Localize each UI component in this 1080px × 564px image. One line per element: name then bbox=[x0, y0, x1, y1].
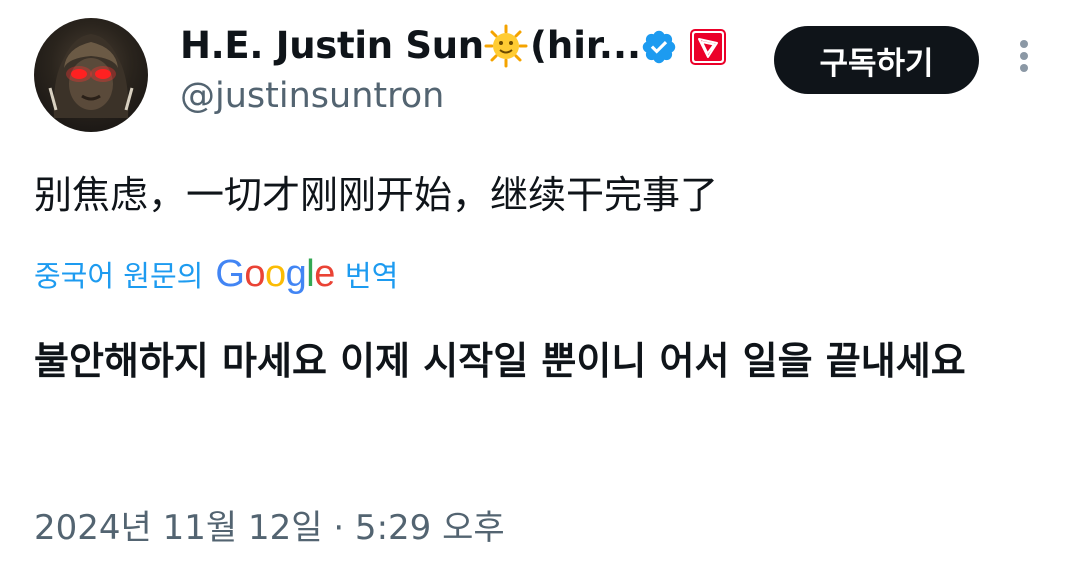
verified-badge-icon[interactable] bbox=[640, 28, 678, 66]
sun-with-face-emoji-icon bbox=[484, 24, 528, 68]
more-dot bbox=[1020, 52, 1028, 60]
google-logo: Google bbox=[215, 252, 335, 295]
more-vertical-icon[interactable] bbox=[1012, 40, 1036, 80]
tweet-timestamp[interactable]: 2024년 11월 12일 · 5:29 오후 bbox=[34, 500, 505, 549]
monkey-king-avatar-image bbox=[48, 34, 134, 118]
author-avatar[interactable] bbox=[34, 18, 148, 132]
more-dot bbox=[1020, 40, 1028, 48]
subscribe-button[interactable]: 구독하기 bbox=[774, 26, 979, 94]
tweet-original-text: 别焦虑，一切才刚刚开始，继续干完事了 bbox=[34, 173, 719, 217]
translation-label: 중국어 원문의 bbox=[34, 259, 204, 293]
author-display-name-truncated[interactable]: (hir... bbox=[530, 24, 641, 67]
author-display-name[interactable]: H.E. Justin Sun bbox=[180, 24, 484, 67]
translation-attribution-link[interactable]: 중국어 원문의 Google 번역 bbox=[34, 252, 398, 296]
translation-suffix: 번역 bbox=[344, 259, 399, 293]
tweet-translated-text: 불안해하지 마세요 이제 시작일 뿐이니 어서 일을 끝내세요 bbox=[34, 339, 966, 383]
more-dot bbox=[1020, 64, 1028, 72]
tron-logo-icon[interactable] bbox=[690, 29, 726, 65]
author-handle[interactable]: @justinsuntron bbox=[180, 76, 444, 116]
